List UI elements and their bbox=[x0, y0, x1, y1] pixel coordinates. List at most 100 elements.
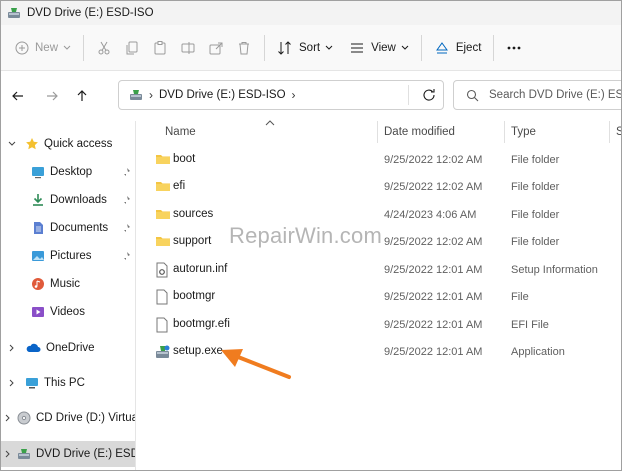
delete-button[interactable] bbox=[230, 32, 258, 64]
column-divider[interactable] bbox=[377, 121, 378, 143]
nav-label: OneDrive bbox=[46, 342, 95, 354]
download-icon bbox=[31, 193, 45, 207]
file-type: File folder bbox=[511, 154, 560, 166]
window-title: DVD Drive (E:) ESD-ISO bbox=[27, 7, 154, 19]
table-row[interactable]: bootmgr 9/25/2022 12:01 AM File bbox=[151, 284, 621, 310]
nav-label: Desktop bbox=[50, 166, 93, 178]
video-icon bbox=[31, 305, 45, 319]
table-row[interactable]: support 9/25/2022 12:02 AM File folder bbox=[151, 229, 621, 255]
folder-icon bbox=[155, 152, 171, 166]
refresh-icon[interactable] bbox=[421, 87, 437, 106]
new-label: New bbox=[35, 41, 59, 54]
chevron-down-icon[interactable] bbox=[5, 141, 19, 147]
nav-label: Downloads bbox=[50, 194, 107, 206]
chevron-right-icon[interactable] bbox=[5, 450, 11, 458]
nav-item-documents[interactable]: Documents bbox=[1, 215, 135, 241]
paste-button[interactable] bbox=[146, 32, 174, 64]
file-icon bbox=[155, 317, 169, 333]
nav-label: This PC bbox=[44, 377, 85, 389]
table-row[interactable]: efi 9/25/2022 12:02 AM File folder bbox=[151, 174, 621, 200]
command-bar: New Sort View Eject bbox=[1, 25, 621, 71]
new-button[interactable]: New bbox=[9, 32, 77, 64]
pictures-icon bbox=[31, 249, 45, 263]
nav-label: CD Drive (D:) Virtual bbox=[36, 412, 135, 424]
view-button[interactable]: View bbox=[343, 32, 415, 64]
file-name: sources bbox=[173, 208, 214, 220]
nav-label: DVD Drive (E:) ESD-ISO bbox=[36, 448, 135, 460]
pin-icon[interactable] bbox=[121, 167, 131, 180]
sort-label: Sort bbox=[299, 41, 321, 54]
nav-item-dvd-drive[interactable]: DVD Drive (E:) ESD-ISO bbox=[1, 441, 135, 467]
file-type: File folder bbox=[511, 209, 560, 221]
file-name: bootmgr bbox=[173, 290, 216, 302]
setup-app-icon bbox=[155, 344, 171, 360]
file-date: 9/25/2022 12:01 AM bbox=[384, 346, 483, 358]
column-header-date[interactable]: Date modified bbox=[384, 121, 455, 143]
nav-label: Videos bbox=[50, 306, 85, 318]
dvd-drive-icon bbox=[17, 447, 31, 461]
view-label: View bbox=[371, 41, 396, 54]
table-row[interactable]: autorun.inf 9/25/2022 12:01 AM Setup Inf… bbox=[151, 257, 621, 283]
nav-item-pictures[interactable]: Pictures bbox=[1, 243, 135, 269]
breadcrumb-chevron-icon[interactable]: › bbox=[292, 88, 296, 102]
share-button[interactable] bbox=[202, 32, 230, 64]
table-row[interactable]: sources 4/24/2023 4:06 AM File folder bbox=[151, 202, 621, 228]
more-options-button[interactable] bbox=[500, 32, 528, 64]
plus-icon bbox=[15, 41, 29, 54]
back-button[interactable] bbox=[5, 82, 31, 110]
pin-icon[interactable] bbox=[121, 195, 131, 208]
eject-button[interactable]: Eject bbox=[428, 32, 488, 64]
search-box[interactable] bbox=[453, 80, 621, 110]
view-list-icon bbox=[351, 43, 364, 52]
chevron-down-icon bbox=[401, 45, 409, 50]
column-divider[interactable] bbox=[609, 121, 610, 143]
cut-button[interactable] bbox=[90, 32, 118, 64]
computer-icon bbox=[25, 376, 39, 390]
up-button[interactable] bbox=[69, 82, 95, 110]
file-name: boot bbox=[173, 153, 196, 165]
nav-item-music[interactable]: Music bbox=[1, 271, 135, 297]
nav-item-videos[interactable]: Videos bbox=[1, 299, 135, 325]
file-type: Application bbox=[511, 346, 565, 358]
breadcrumb[interactable]: DVD Drive (E:) ESD-ISO bbox=[159, 89, 286, 101]
title-bar: DVD Drive (E:) ESD-ISO bbox=[1, 1, 621, 25]
more-icon bbox=[508, 46, 521, 49]
pin-icon[interactable] bbox=[121, 251, 131, 264]
copy-button[interactable] bbox=[118, 32, 146, 64]
file-type: File folder bbox=[511, 236, 560, 248]
column-header-size[interactable]: S bbox=[616, 121, 621, 143]
nav-item-desktop[interactable]: Desktop bbox=[1, 159, 135, 185]
address-row: › DVD Drive (E:) ESD-ISO › bbox=[1, 75, 621, 117]
nav-item-onedrive[interactable]: OneDrive bbox=[1, 335, 135, 361]
sort-button[interactable]: Sort bbox=[271, 32, 339, 64]
nav-item-quick-access[interactable]: Quick access bbox=[1, 131, 135, 157]
nav-item-this-pc[interactable]: This PC bbox=[1, 370, 135, 396]
chevron-right-icon[interactable] bbox=[5, 414, 11, 422]
forward-button[interactable] bbox=[39, 82, 65, 110]
column-header-name[interactable]: Name bbox=[165, 121, 196, 143]
trash-icon bbox=[239, 41, 250, 54]
file-date: 9/25/2022 12:02 AM bbox=[384, 154, 483, 166]
pin-icon[interactable] bbox=[121, 223, 131, 236]
column-divider[interactable] bbox=[504, 121, 505, 143]
rename-button[interactable] bbox=[174, 32, 202, 64]
nav-item-downloads[interactable]: Downloads bbox=[1, 187, 135, 213]
watermark-text: RepairWin.com bbox=[229, 223, 382, 248]
table-row[interactable]: boot 9/25/2022 12:02 AM File folder bbox=[151, 147, 621, 173]
file-date: 9/25/2022 12:01 AM bbox=[384, 319, 483, 331]
table-row[interactable]: bootmgr.efi 9/25/2022 12:01 AM EFI File bbox=[151, 312, 621, 338]
address-bar[interactable]: › DVD Drive (E:) ESD-ISO › bbox=[118, 80, 444, 110]
eject-label: Eject bbox=[455, 41, 482, 54]
nav-item-cd-drive[interactable]: CD Drive (D:) Virtual bbox=[1, 405, 135, 431]
file-date: 4/24/2023 4:06 AM bbox=[384, 209, 477, 221]
chevron-right-icon[interactable] bbox=[5, 344, 19, 352]
file-name: support bbox=[173, 235, 212, 247]
dvd-drive-icon bbox=[129, 88, 143, 102]
chevron-right-icon[interactable] bbox=[5, 379, 19, 387]
eject-icon bbox=[435, 41, 448, 53]
column-header-type[interactable]: Type bbox=[511, 121, 536, 143]
search-input[interactable] bbox=[489, 89, 621, 101]
file-name: setup.exe bbox=[173, 345, 223, 357]
search-icon bbox=[466, 89, 479, 101]
arrow-up-icon bbox=[77, 90, 87, 101]
